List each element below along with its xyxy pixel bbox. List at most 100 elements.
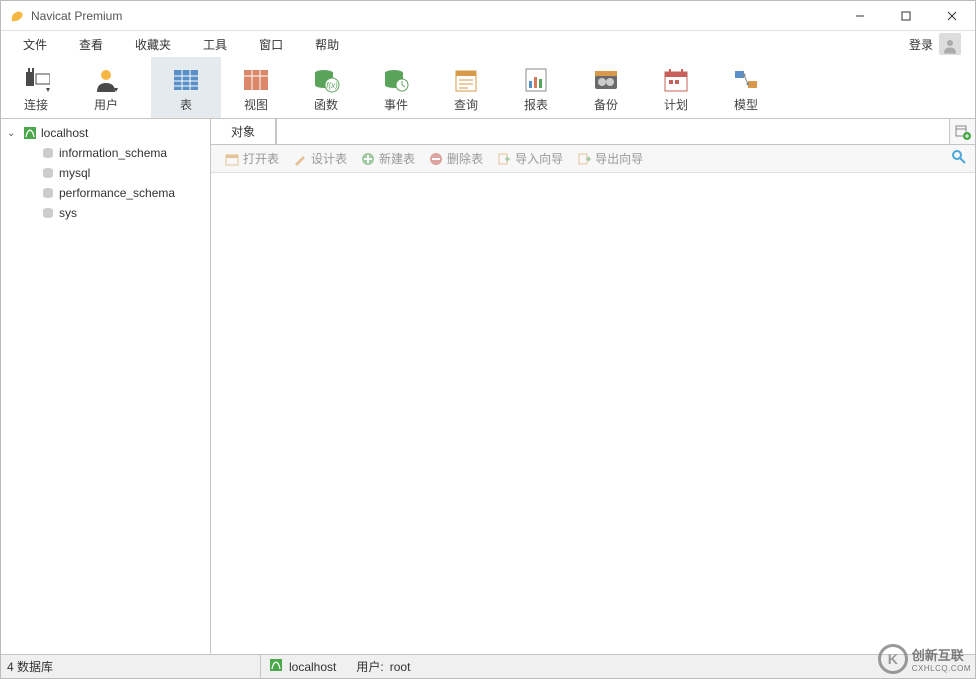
menu-window[interactable]: 窗口 xyxy=(243,32,299,57)
login-link[interactable]: 登录 xyxy=(909,36,933,53)
status-user-label: 用户: xyxy=(356,658,383,675)
menu-help[interactable]: 帮助 xyxy=(299,32,355,57)
toolbar-function[interactable]: f(x) 函数 xyxy=(291,57,361,118)
toolbar-connection-label: 连接 xyxy=(24,96,48,113)
watermark-brand: 创新互联 xyxy=(912,645,971,664)
database-icon xyxy=(41,146,55,160)
object-tool-label: 新建表 xyxy=(379,150,415,167)
app-icon xyxy=(9,8,25,24)
backup-icon xyxy=(592,66,620,94)
object-toolbar: 打开表 设计表 新建表 删除表 导入向导 导出向导 xyxy=(211,145,975,173)
maximize-button[interactable] xyxy=(883,1,929,31)
object-tool-label: 导出向导 xyxy=(595,150,643,167)
menu-tools[interactable]: 工具 xyxy=(187,32,243,57)
statusbar: 4 数据库 localhost 用户: root xyxy=(1,654,975,678)
tab-objects[interactable]: 对象 xyxy=(211,119,276,144)
menu-favorites[interactable]: 收藏夹 xyxy=(119,32,187,57)
toolbar-event[interactable]: 事件 xyxy=(361,57,431,118)
view-icon xyxy=(242,66,270,94)
report-icon xyxy=(522,66,550,94)
toolbar-backup[interactable]: 备份 xyxy=(571,57,641,118)
toolbar-model-label: 模型 xyxy=(734,96,758,113)
delete-table-button[interactable]: 删除表 xyxy=(423,148,489,169)
svg-text:f(x): f(x) xyxy=(326,81,338,90)
toolbar-query[interactable]: 查询 xyxy=(431,57,501,118)
new-tab-button[interactable] xyxy=(949,119,975,144)
object-tool-label: 导入向导 xyxy=(515,150,563,167)
status-database-count: 4 数据库 xyxy=(1,655,261,678)
search-input[interactable] xyxy=(283,122,943,142)
mysql-connection-icon xyxy=(23,126,37,140)
menu-view[interactable]: 查看 xyxy=(63,32,119,57)
toolbar-report[interactable]: 报表 xyxy=(501,57,571,118)
export-icon xyxy=(577,152,591,166)
toolbar-view[interactable]: 视图 xyxy=(221,57,291,118)
connection-tree: ⌄ localhost information_schema mysql per… xyxy=(1,119,211,654)
table-icon xyxy=(172,66,200,94)
connection-label: localhost xyxy=(41,126,88,140)
object-tool-label: 打开表 xyxy=(243,150,279,167)
toolbar-user[interactable]: 用户 xyxy=(71,57,141,118)
tree-database-node[interactable]: mysql xyxy=(1,163,210,183)
toolbar-view-label: 视图 xyxy=(244,96,268,113)
menubar: 文件 查看 收藏夹 工具 窗口 帮助 登录 xyxy=(1,31,975,57)
watermark: K 创新互联 CXHLCQ.COM xyxy=(878,644,971,674)
export-wizard-button[interactable]: 导出向导 xyxy=(571,148,649,169)
toolbar-table[interactable]: 表 xyxy=(151,57,221,118)
database-icon xyxy=(41,186,55,200)
database-icon xyxy=(41,166,55,180)
tree-database-node[interactable]: information_schema xyxy=(1,143,210,163)
toolbar-schedule-label: 计划 xyxy=(664,96,688,113)
expand-arrow-icon[interactable]: ⌄ xyxy=(7,128,19,139)
avatar-icon[interactable] xyxy=(939,33,961,55)
main-toolbar: 连接 用户 表 视图 f(x) 函数 事件 查询 报表 备份 计划 模型 xyxy=(1,57,975,119)
window-title: Navicat Premium xyxy=(31,9,837,23)
status-connection-info: localhost 用户: root xyxy=(261,658,418,675)
toolbar-connection[interactable]: 连接 xyxy=(1,57,71,118)
toolbar-table-label: 表 xyxy=(180,96,192,113)
status-user-value: root xyxy=(390,660,411,674)
main-area: ⌄ localhost information_schema mysql per… xyxy=(1,119,975,654)
titlebar: Navicat Premium xyxy=(1,1,975,31)
delete-icon xyxy=(429,152,443,166)
search-button[interactable] xyxy=(951,149,967,168)
watermark-logo-icon: K xyxy=(878,644,908,674)
toolbar-event-label: 事件 xyxy=(384,96,408,113)
database-label: sys xyxy=(59,206,77,220)
add-table-icon xyxy=(955,124,971,140)
database-label: mysql xyxy=(59,166,90,180)
tree-database-node[interactable]: sys xyxy=(1,203,210,223)
close-button[interactable] xyxy=(929,1,975,31)
function-icon: f(x) xyxy=(312,66,340,94)
model-icon xyxy=(732,66,760,94)
toolbar-model[interactable]: 模型 xyxy=(711,57,781,118)
tab-search-area xyxy=(276,119,949,144)
toolbar-backup-label: 备份 xyxy=(594,96,618,113)
toolbar-user-label: 用户 xyxy=(94,96,118,113)
import-wizard-button[interactable]: 导入向导 xyxy=(491,148,569,169)
workspace xyxy=(211,173,975,654)
toolbar-function-label: 函数 xyxy=(314,96,338,113)
open-table-button[interactable]: 打开表 xyxy=(219,148,285,169)
status-connection-name: localhost xyxy=(289,660,336,674)
user-icon xyxy=(92,66,120,94)
watermark-sub: CXHLCQ.COM xyxy=(912,664,971,673)
open-icon xyxy=(225,152,239,166)
new-icon xyxy=(361,152,375,166)
toolbar-schedule[interactable]: 计划 xyxy=(641,57,711,118)
new-table-button[interactable]: 新建表 xyxy=(355,148,421,169)
tabstrip: 对象 xyxy=(211,119,975,145)
minimize-button[interactable] xyxy=(837,1,883,31)
event-icon xyxy=(382,66,410,94)
plug-icon xyxy=(22,66,50,94)
tree-connection-node[interactable]: ⌄ localhost xyxy=(1,123,210,143)
design-table-button[interactable]: 设计表 xyxy=(287,148,353,169)
toolbar-separator xyxy=(145,65,147,110)
menu-file[interactable]: 文件 xyxy=(7,32,63,57)
window-controls xyxy=(837,1,975,31)
magnifier-icon xyxy=(951,149,967,165)
schedule-icon xyxy=(662,66,690,94)
object-tool-label: 删除表 xyxy=(447,150,483,167)
tree-database-node[interactable]: performance_schema xyxy=(1,183,210,203)
content-area: 对象 打开表 设计表 新建表 删除表 xyxy=(211,119,975,654)
